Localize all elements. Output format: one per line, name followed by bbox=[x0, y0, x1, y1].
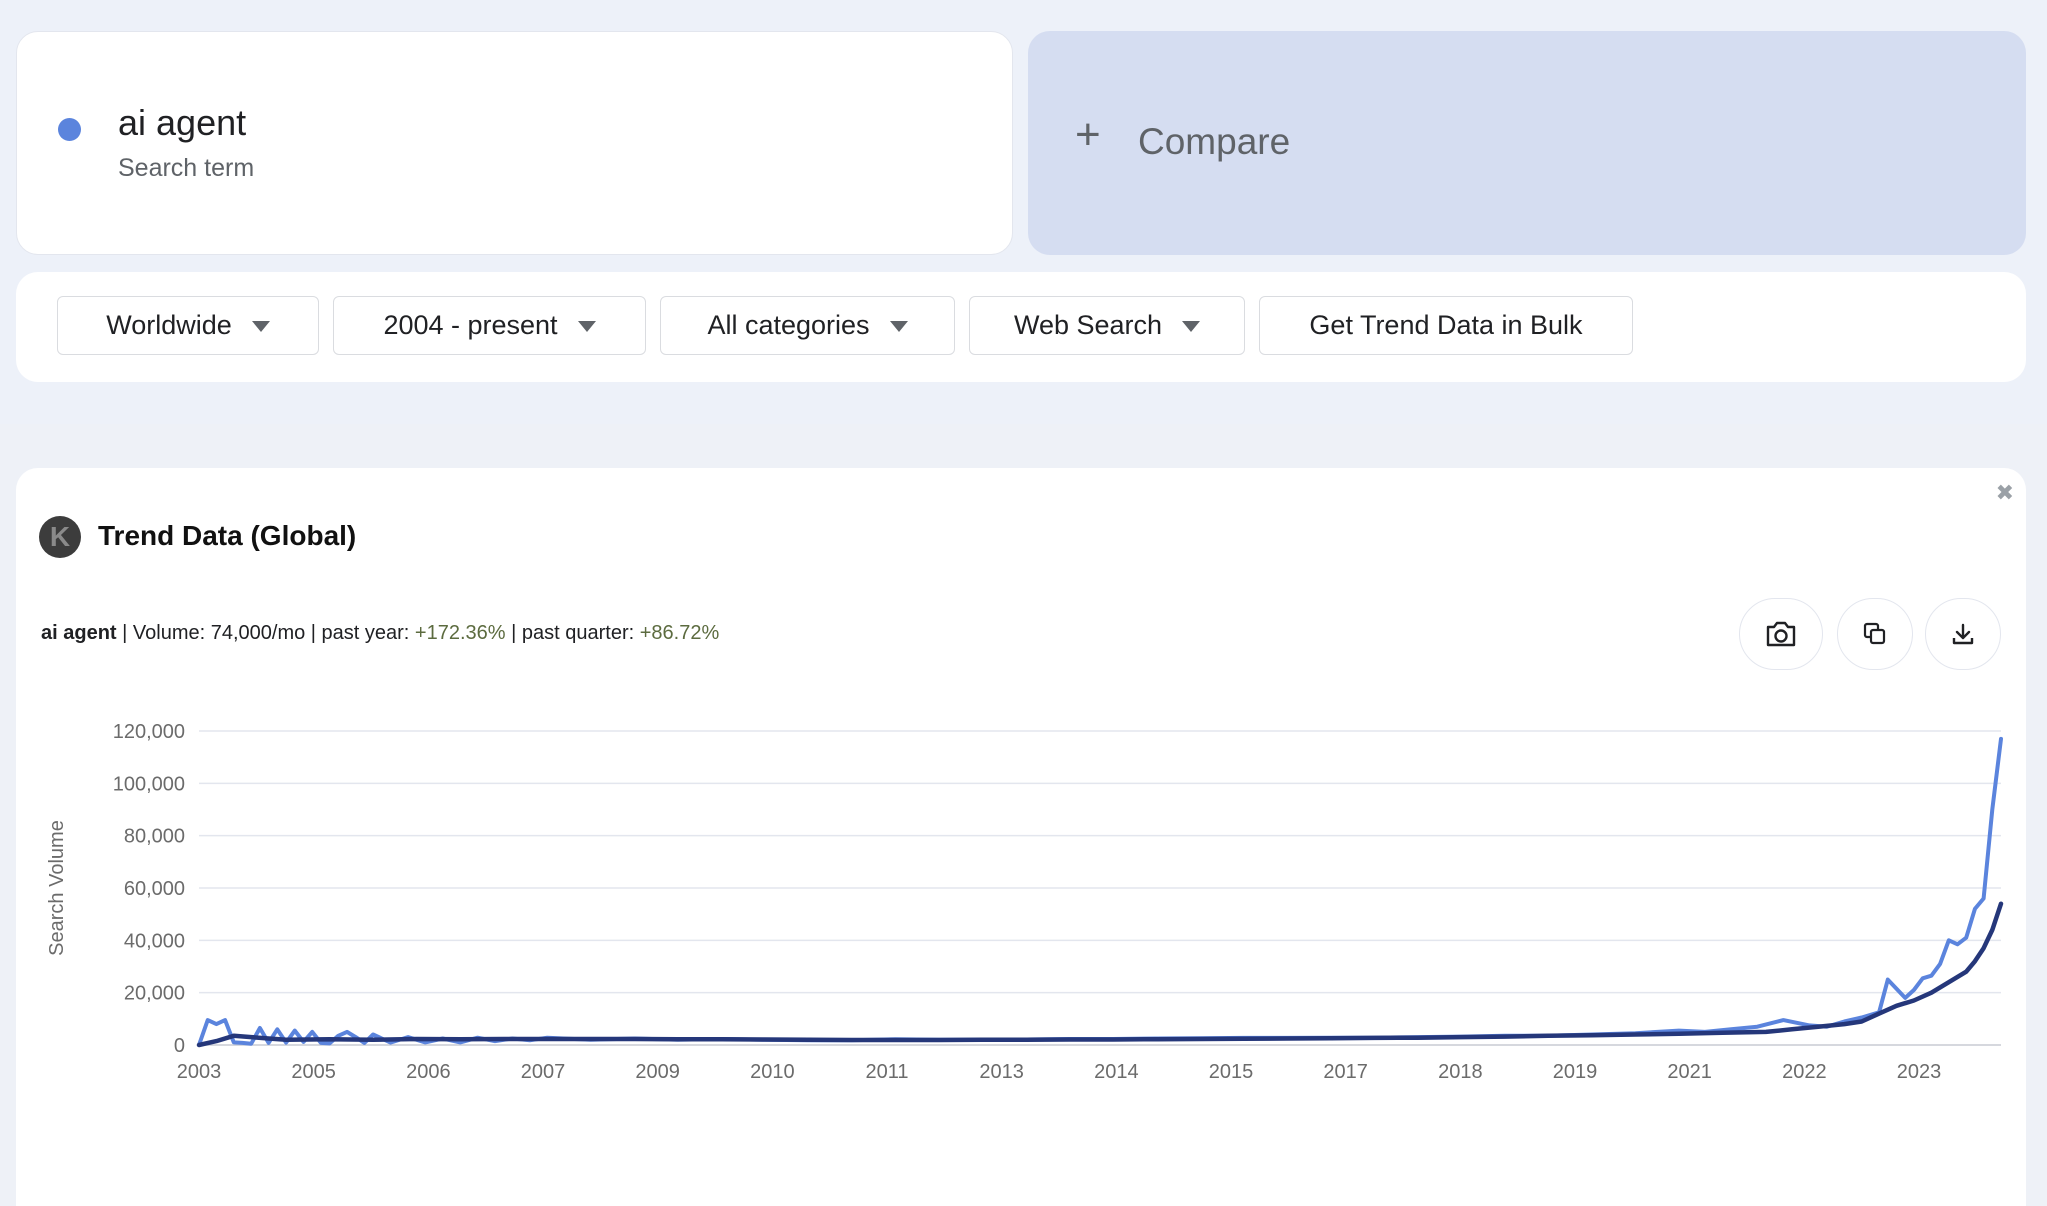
x-tick-label: 2007 bbox=[521, 1061, 566, 1083]
y-tick-label: 40,000 bbox=[124, 930, 185, 952]
location-dropdown[interactable]: Worldwide bbox=[57, 296, 319, 355]
time-range-label: 2004 - present bbox=[383, 310, 558, 340]
x-tick-label: 2013 bbox=[979, 1061, 1024, 1083]
compare-button[interactable]: + Compare bbox=[1028, 31, 2026, 255]
caret-down-icon bbox=[577, 321, 596, 332]
x-tick-label: 2005 bbox=[291, 1061, 336, 1083]
x-tick-label: 2018 bbox=[1438, 1061, 1483, 1083]
y-tick-label: 20,000 bbox=[124, 983, 185, 1005]
y-tick-label: 80,000 bbox=[124, 826, 185, 848]
location-label: Worldwide bbox=[106, 310, 232, 340]
bulk-data-label: Get Trend Data in Bulk bbox=[1309, 310, 1583, 340]
y-tick-label: 120,000 bbox=[113, 721, 185, 743]
x-tick-label: 2017 bbox=[1323, 1061, 1368, 1083]
category-label: All categories bbox=[707, 310, 870, 340]
x-tick-label: 2009 bbox=[635, 1061, 680, 1083]
bulk-data-button[interactable]: Get Trend Data in Bulk bbox=[1259, 296, 1633, 355]
time-range-dropdown[interactable]: 2004 - present bbox=[333, 296, 646, 355]
search-term-name[interactable]: ai agent bbox=[118, 102, 246, 144]
y-tick-label: 0 bbox=[174, 1035, 185, 1057]
x-tick-label: 2011 bbox=[865, 1061, 908, 1083]
series-line-0 bbox=[197, 736, 2003, 1047]
x-tick-label: 2022 bbox=[1782, 1061, 1827, 1083]
y-tick-label: 60,000 bbox=[124, 878, 185, 900]
caret-down-icon bbox=[1182, 321, 1201, 332]
x-axis-ticks: 2003 2005 2006 2007 2009 2010 2011 2013 2014 2015… bbox=[177, 1061, 1942, 1083]
category-dropdown[interactable]: All categories bbox=[660, 296, 955, 355]
trend-chart: 020,00040,00060,00080,000100,000120,000 … bbox=[46, 721, 2004, 1083]
search-type-label: Web Search bbox=[1013, 310, 1163, 340]
x-tick-label: 2021 bbox=[1667, 1061, 1712, 1083]
x-tick-label: 2015 bbox=[1209, 1061, 1254, 1083]
y-axis-ticks: 0 20,000 40,000 60,000 80,000 100,000 120,000 bbox=[113, 721, 185, 1057]
series-line-1 bbox=[196, 901, 2004, 1048]
caret-down-icon bbox=[251, 321, 270, 332]
plus-icon: + bbox=[1075, 110, 1101, 159]
x-tick-label: 2014 bbox=[1094, 1061, 1139, 1083]
x-tick-label: 2003 bbox=[177, 1061, 222, 1083]
y-axis-label: Search Volume bbox=[46, 820, 68, 956]
filter-bar: Worldwide 2004 - present All categories … bbox=[16, 272, 2026, 382]
caret-down-icon bbox=[889, 321, 908, 332]
search-term-card[interactable]: ai agent Search term bbox=[16, 31, 1013, 255]
trend-data-panel: ✖ K Trend Data (Global) ai agent | Volum… bbox=[16, 468, 2026, 1206]
compare-label: Compare bbox=[1138, 121, 1291, 162]
chart-grid bbox=[199, 730, 2001, 1046]
search-term-subtitle: Search term bbox=[118, 154, 255, 182]
chart-series bbox=[196, 736, 2004, 1048]
term-color-dot bbox=[58, 118, 81, 141]
x-tick-label: 2010 bbox=[750, 1061, 795, 1083]
x-tick-label: 2023 bbox=[1897, 1061, 1942, 1083]
x-tick-label: 2019 bbox=[1553, 1061, 1598, 1083]
x-tick-label: 2006 bbox=[406, 1061, 451, 1083]
y-tick-label: 100,000 bbox=[113, 773, 185, 795]
search-type-dropdown[interactable]: Web Search bbox=[969, 296, 1245, 355]
